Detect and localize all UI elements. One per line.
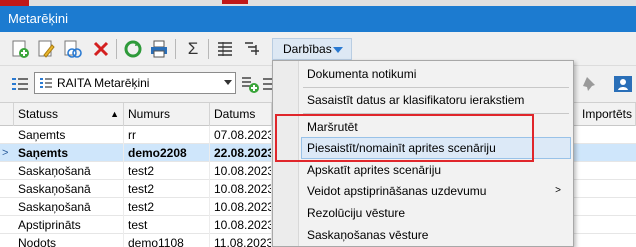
menu-item-approval-history[interactable]: Saskaņošanas vēsture bbox=[303, 224, 571, 246]
column-header-status[interactable]: Statuss ▲ bbox=[14, 103, 124, 126]
window-title: Metarēķini bbox=[0, 6, 636, 32]
cell-date: 11.08.2023. bbox=[210, 234, 272, 247]
annotation-highlight-box bbox=[275, 114, 534, 162]
column-header-date[interactable]: Datums bbox=[210, 103, 272, 126]
add-icon[interactable] bbox=[10, 39, 30, 59]
print-icon[interactable] bbox=[149, 39, 169, 59]
cell-status: Nodots bbox=[14, 234, 124, 247]
chevron-right-icon: > bbox=[555, 185, 561, 196]
cell-status: Apstiprināts bbox=[14, 216, 124, 234]
edit-icon[interactable] bbox=[36, 39, 56, 59]
delete-icon[interactable] bbox=[91, 39, 111, 59]
view-list-icon bbox=[39, 76, 53, 93]
cell-status: Saņemts bbox=[14, 144, 124, 162]
cell-number: rr bbox=[124, 126, 210, 144]
pin-icon[interactable] bbox=[580, 74, 600, 94]
cell-number: test2 bbox=[124, 198, 210, 216]
add-filter-icon[interactable] bbox=[240, 74, 260, 94]
cell-date: 10.08.2023. bbox=[210, 198, 272, 216]
cell-number: test2 bbox=[124, 180, 210, 198]
menu-item-resolution-history[interactable]: Rezolūciju vēsture bbox=[303, 202, 571, 224]
columns-icon[interactable] bbox=[215, 39, 235, 59]
chevron-down-icon bbox=[224, 80, 232, 85]
cell-status: Saskaņošanā bbox=[14, 162, 124, 180]
cell-number: demo2208 bbox=[124, 144, 210, 162]
chevron-down-icon bbox=[333, 47, 343, 53]
cell-date: 22.08.2023. bbox=[210, 144, 272, 162]
cell-date: 10.08.2023. bbox=[210, 180, 272, 198]
sort-icon[interactable] bbox=[242, 39, 262, 59]
cell-date: 07.08.2023. bbox=[210, 126, 272, 144]
cell-number: test bbox=[124, 216, 210, 234]
menu-item-create-approval-task[interactable]: Veidot apstiprināšanas uzdevumu > bbox=[303, 180, 571, 202]
current-row-indicator-icon: > bbox=[2, 147, 9, 159]
actions-dropdown-button[interactable]: Darbības bbox=[272, 38, 352, 60]
cell-number: demo1108 bbox=[124, 234, 210, 247]
sort-up-icon: ▲ bbox=[110, 109, 119, 119]
cell-status: Saņemts bbox=[14, 126, 124, 144]
cell-status: Saskaņošanā bbox=[14, 180, 124, 198]
menu-item-link-classifier-data[interactable]: Sasaistīt datus ar klasifikatoru ierakst… bbox=[303, 89, 571, 111]
sum-icon[interactable]: Σ bbox=[183, 39, 203, 59]
cell-date: 10.08.2023. bbox=[210, 216, 272, 234]
list-view-icon[interactable] bbox=[10, 74, 30, 94]
column-header-imported[interactable]: Importēts bbox=[578, 103, 636, 126]
view-select-value: RAITA Metarēķini bbox=[57, 76, 150, 90]
user-icon[interactable] bbox=[612, 74, 632, 94]
cell-status: Saskaņošanā bbox=[14, 198, 124, 216]
menu-item-view-workflow-scenario[interactable]: Apskatīt aprites scenāriju bbox=[303, 159, 571, 181]
view-select[interactable]: RAITA Metarēķini bbox=[34, 72, 236, 94]
cell-date: 10.08.2023. bbox=[210, 162, 272, 180]
refresh-icon[interactable] bbox=[123, 39, 143, 59]
column-header-number[interactable]: Numurs bbox=[124, 103, 210, 126]
menu-item-document-events[interactable]: Dokumenta notikumi bbox=[303, 63, 571, 85]
copy-icon[interactable] bbox=[62, 39, 82, 59]
cell-number: test2 bbox=[124, 162, 210, 180]
